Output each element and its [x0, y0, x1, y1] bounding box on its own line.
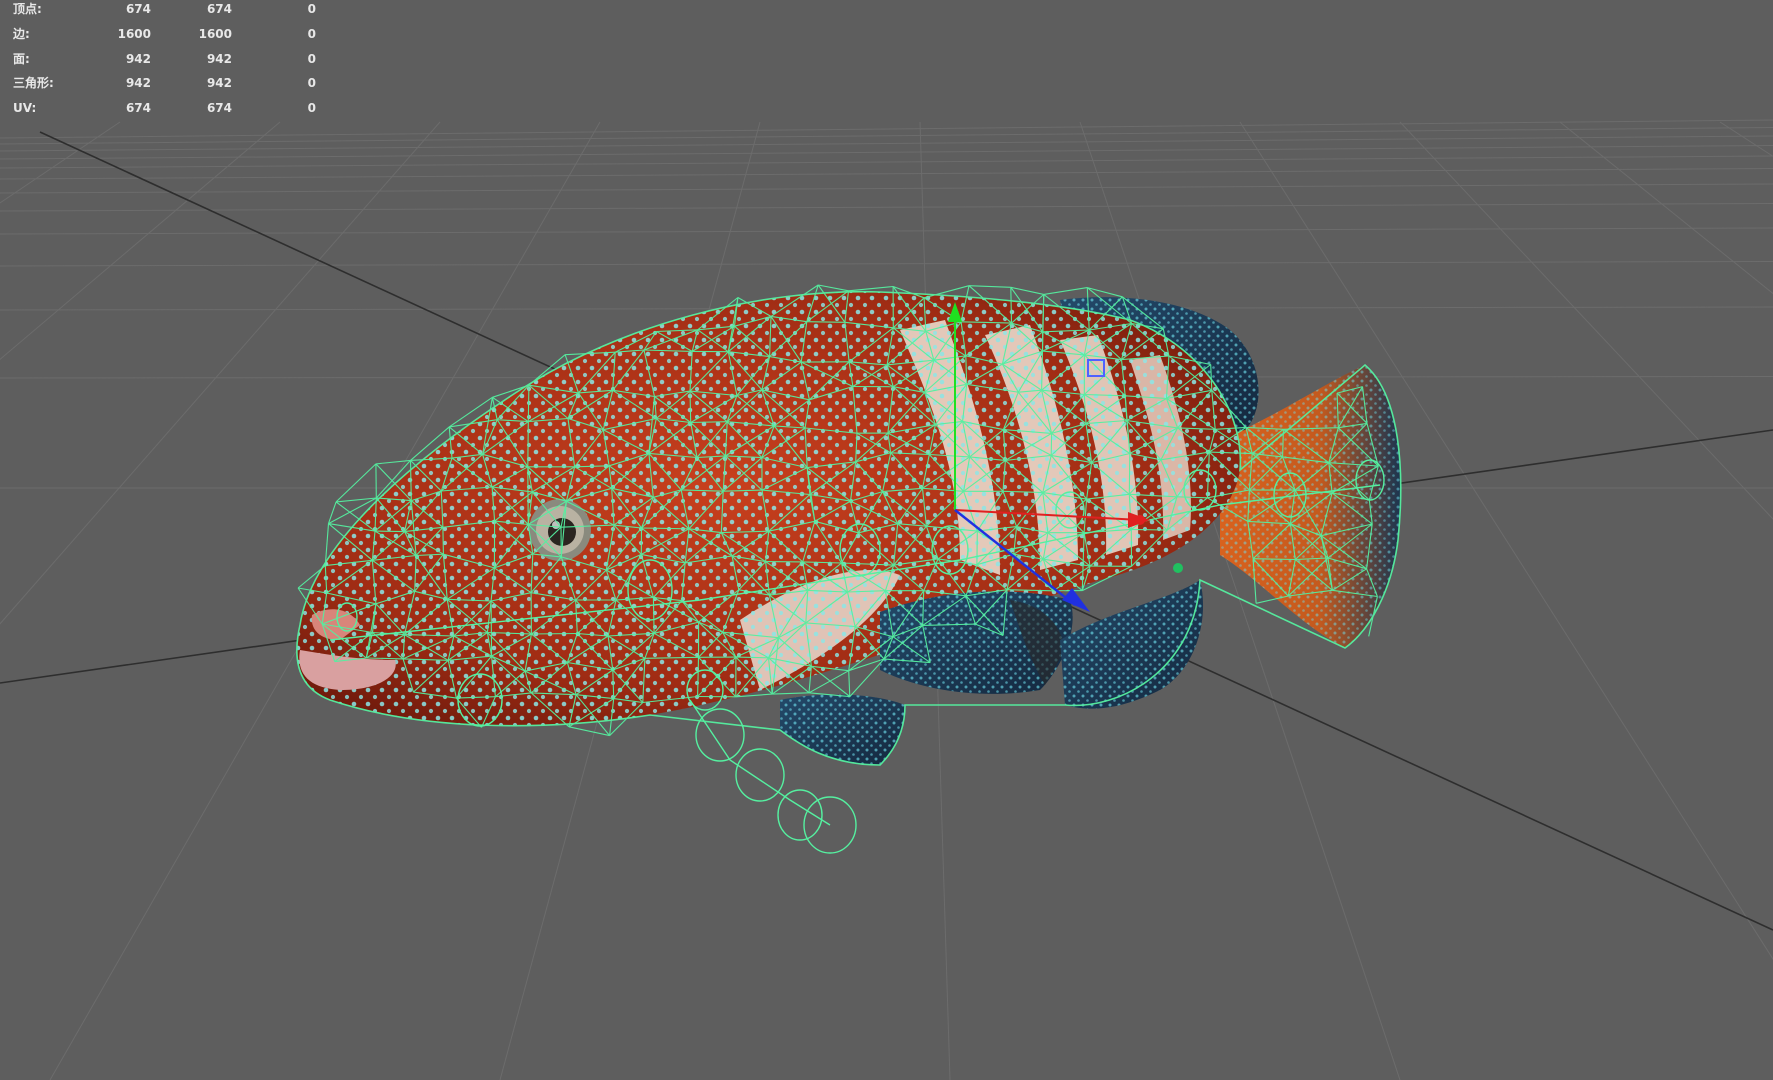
hud-value-selected: 942 [206, 76, 232, 91]
grid-line [0, 183, 1773, 194]
grid-line [0, 168, 1773, 180]
hud-value-selected: 674 [206, 2, 232, 16]
wire-edge [335, 463, 377, 503]
wire-edge [527, 385, 530, 422]
hud-label: 三角形: [13, 76, 54, 91]
wire-edge [772, 692, 810, 695]
hud-value-other: 0 [307, 26, 316, 41]
hud-label: 边: [13, 26, 30, 41]
poly-count-hud: 顶点: 674 674 0 边: 1600 1600 0 面: 942 942 … [0, 0, 330, 124]
3d-viewport[interactable]: 顶点: 674 674 0 边: 1600 1600 0 面: 942 942 … [0, 0, 1773, 1080]
wire-edge [1043, 287, 1088, 295]
grid-line [1559, 121, 1773, 295]
wire-edge [1131, 528, 1168, 531]
hud-value-other: 0 [307, 76, 316, 91]
hud-row-triangles: 三角形: 942 942 0 [0, 74, 330, 99]
grid-line [0, 135, 1773, 152]
wire-edge [848, 670, 851, 697]
gizmo-pivot[interactable] [1173, 563, 1183, 573]
wire-edge [811, 665, 851, 698]
wire-edge [375, 459, 411, 465]
wire-edge [374, 530, 405, 533]
pelvic-spots [780, 694, 905, 765]
wire-edge [652, 597, 655, 634]
wire-edge [490, 600, 493, 657]
hud-value-scene: 1600 [117, 26, 151, 41]
grid-line [0, 261, 1773, 267]
grid-line [0, 203, 1773, 212]
wire-edge [818, 284, 849, 292]
hud-row-edges: 边: 1600 1600 0 [0, 25, 330, 50]
hud-value-selected: 1600 [198, 26, 232, 41]
grid-line [1719, 121, 1773, 157]
hud-value-selected: 942 [206, 51, 232, 66]
wire-edge [1128, 453, 1131, 495]
hud-value-other: 0 [307, 51, 316, 66]
gizmo-x-pivot[interactable] [1135, 515, 1145, 525]
wire-edge [968, 285, 1011, 288]
hud-label: 面: [13, 51, 30, 66]
fish-mesh[interactable] [280, 280, 1402, 854]
hud-label: UV: [13, 101, 37, 116]
wire-edge [527, 421, 529, 467]
wire-edge [806, 321, 845, 323]
hud-value-scene: 942 [125, 51, 151, 66]
wire-edge [442, 527, 444, 555]
hud-value-other: 0 [307, 101, 316, 116]
wire-edge [848, 285, 894, 292]
viewport-scene[interactable] [0, 0, 1773, 1080]
wire-edge [1010, 287, 1013, 324]
grid-line [0, 155, 1773, 169]
hud-value-other: 0 [307, 2, 316, 16]
hud-value-scene: 674 [125, 101, 151, 116]
wire-edge [735, 656, 769, 659]
hud-value-selected: 674 [206, 101, 232, 116]
wire-edge [689, 391, 692, 423]
grid-line [0, 145, 1773, 160]
hud-row-faces: 面: 942 942 0 [0, 50, 330, 75]
wire-edge [531, 632, 578, 635]
grid-line [1399, 121, 1773, 520]
grid-line [0, 227, 1773, 235]
hud-row-uvs: UV: 674 674 0 [0, 99, 330, 124]
hud-value-scene: 942 [125, 76, 151, 91]
hud-label: 顶点: [13, 2, 42, 16]
hud-value-scene: 674 [125, 2, 151, 16]
hud-row-vertices: 顶点: 674 674 0 [0, 0, 330, 25]
